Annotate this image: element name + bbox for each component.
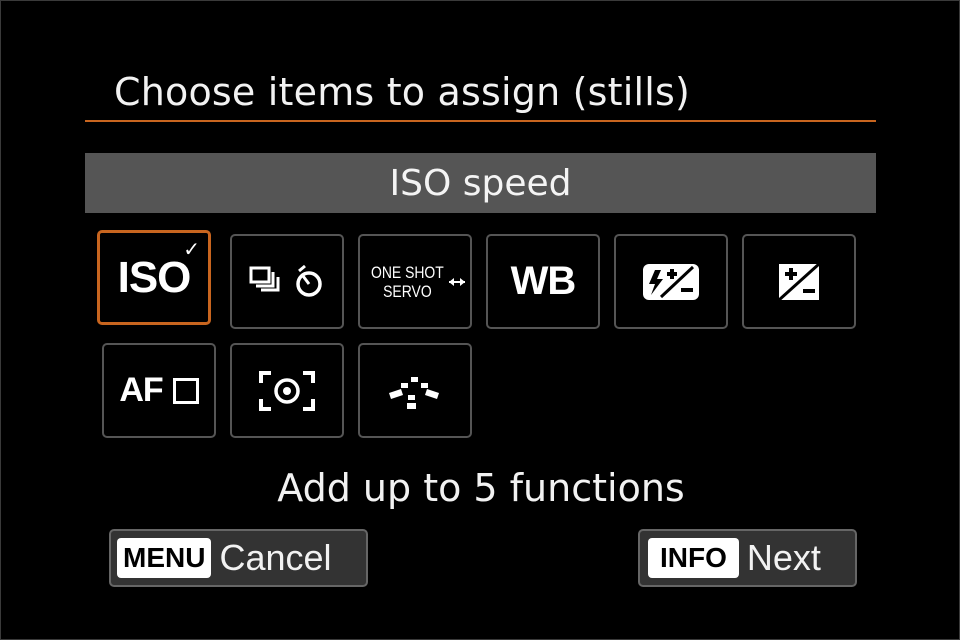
double-arrow-icon bbox=[449, 277, 466, 286]
metering-mode-icon bbox=[259, 370, 315, 411]
menu-key-badge: MENU bbox=[117, 538, 212, 578]
title-divider bbox=[85, 120, 876, 122]
item-af-area[interactable]: AF bbox=[102, 343, 216, 438]
af-operation-line1: ONE SHOT bbox=[370, 262, 444, 282]
af-area-icon: AF bbox=[119, 371, 199, 410]
camera-menu-screen: Choose items to assign (stills) ISO spee… bbox=[0, 0, 960, 640]
selected-item-name: ISO speed bbox=[85, 153, 876, 213]
item-metering-mode[interactable] bbox=[230, 343, 344, 438]
white-balance-icon: WB bbox=[510, 259, 577, 303]
af-points-icon bbox=[389, 376, 439, 409]
check-icon: ✓ bbox=[183, 237, 200, 261]
drive-mode-self-timer-icon bbox=[249, 264, 322, 297]
item-exposure-compensation[interactable] bbox=[742, 234, 856, 329]
af-frame-icon bbox=[172, 377, 199, 404]
af-operation-icon: ONE SHOT SERVO bbox=[363, 263, 468, 301]
item-white-balance[interactable]: WB bbox=[486, 234, 600, 329]
flash-exposure-compensation-icon bbox=[643, 263, 699, 300]
cancel-label: Cancel bbox=[219, 537, 332, 578]
item-drive-mode[interactable] bbox=[230, 234, 344, 329]
info-key-badge: INFO bbox=[648, 538, 739, 578]
next-label: Next bbox=[746, 537, 821, 578]
next-button[interactable]: INFO Next bbox=[638, 529, 857, 587]
af-area-label: AF bbox=[119, 371, 163, 409]
cancel-button[interactable]: MENU Cancel bbox=[109, 529, 368, 587]
item-af-operation[interactable]: ONE SHOT SERVO bbox=[358, 234, 472, 329]
page-title: Choose items to assign (stills) bbox=[114, 70, 691, 114]
exposure-compensation-icon bbox=[777, 262, 821, 301]
hint-text: Add up to 5 functions bbox=[277, 466, 685, 510]
item-iso[interactable]: ISO ✓ bbox=[97, 230, 211, 325]
item-af-points[interactable] bbox=[358, 343, 472, 438]
iso-icon: ISO bbox=[117, 252, 192, 302]
item-flash-exposure-compensation[interactable] bbox=[614, 234, 728, 329]
af-operation-line2: SERVO bbox=[382, 281, 432, 301]
